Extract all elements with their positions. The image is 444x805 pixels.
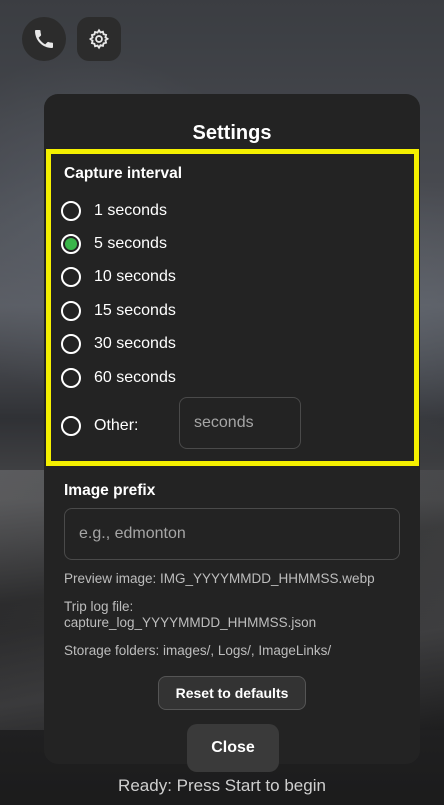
settings-dialog: Settings Capture interval 1 seconds 5 se… xyxy=(44,94,420,764)
radio-label: 60 seconds xyxy=(94,369,176,386)
radio-label: 1 seconds xyxy=(94,202,167,219)
radio-icon xyxy=(61,267,81,287)
phone-button[interactable] xyxy=(22,17,66,61)
dialog-title: Settings xyxy=(192,122,272,144)
radio-option-other[interactable]: Other: xyxy=(61,414,139,438)
reset-defaults-button[interactable]: Reset to defaults xyxy=(158,676,306,710)
image-prefix-input[interactable] xyxy=(64,508,400,560)
other-seconds-input[interactable] xyxy=(179,397,301,449)
preview-image-text: Preview image: IMG_YYYYMMDD_HHMMSS.webp xyxy=(64,571,375,586)
gear-icon xyxy=(88,28,110,50)
status-text: Ready: Press Start to begin xyxy=(118,776,326,795)
radio-icon xyxy=(61,301,81,321)
trip-log-label: Trip log file: xyxy=(64,599,134,614)
radio-label: 30 seconds xyxy=(94,335,176,352)
radio-icon xyxy=(61,334,81,354)
radio-label: 10 seconds xyxy=(94,268,176,285)
radio-label: 15 seconds xyxy=(94,302,176,319)
image-prefix-label: Image prefix xyxy=(64,482,156,499)
radio-label: 5 seconds xyxy=(94,235,167,252)
capture-interval-label: Capture interval xyxy=(64,165,183,182)
radio-label: Other: xyxy=(94,417,139,434)
radio-icon xyxy=(61,368,81,388)
settings-button[interactable] xyxy=(77,17,121,61)
radio-option-10s[interactable]: 10 seconds xyxy=(61,265,176,289)
radio-option-1s[interactable]: 1 seconds xyxy=(61,199,167,223)
radio-option-60s[interactable]: 60 seconds xyxy=(61,366,176,390)
storage-folders-text: Storage folders: images/, Logs/, ImageLi… xyxy=(64,643,332,658)
radio-icon xyxy=(61,416,81,436)
phone-icon xyxy=(35,30,53,48)
radio-icon xyxy=(61,201,81,221)
radio-checked-icon xyxy=(61,234,81,254)
close-button[interactable]: Close xyxy=(187,724,279,772)
trip-log-file-text: capture_log_YYYYMMDD_HHMMSS.json xyxy=(64,615,317,630)
radio-option-5s[interactable]: 5 seconds xyxy=(61,232,167,256)
radio-option-15s[interactable]: 15 seconds xyxy=(61,299,176,323)
radio-option-30s[interactable]: 30 seconds xyxy=(61,332,176,356)
